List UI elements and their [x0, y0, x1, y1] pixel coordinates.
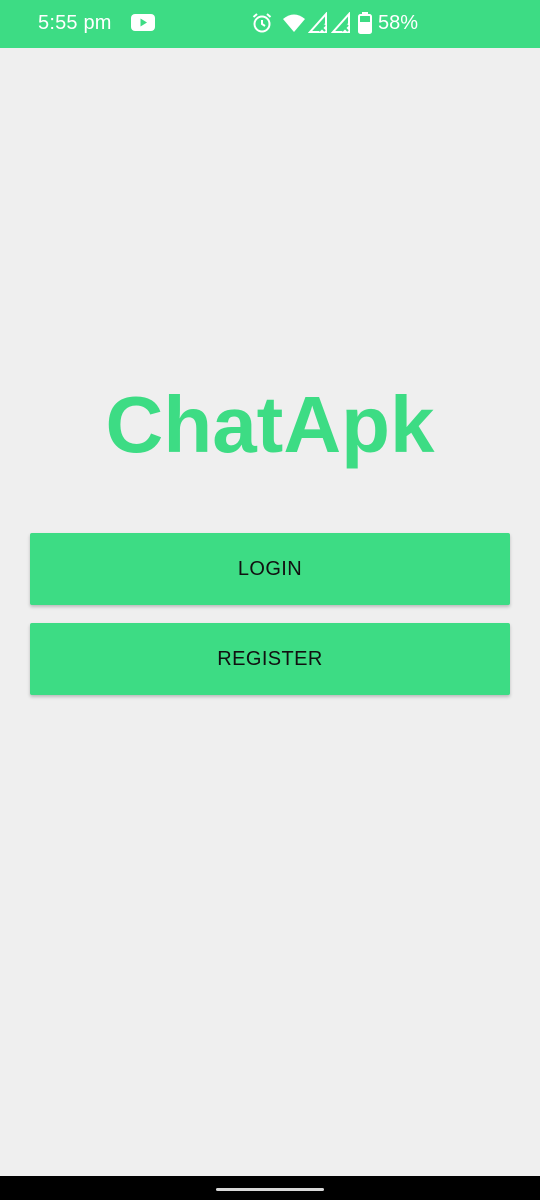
battery-percent: 58%: [378, 12, 419, 34]
signal-no-service-icon: [308, 12, 327, 33]
wifi-icon: [283, 14, 305, 32]
app-title: ChatApk: [105, 380, 435, 469]
youtube-icon: [131, 14, 155, 31]
alarm-icon: [252, 13, 272, 33]
register-button[interactable]: REGISTER: [30, 623, 510, 695]
navigation-bar: [0, 1176, 540, 1200]
battery-icon: [358, 12, 372, 34]
signal-no-service-icon: [331, 12, 350, 33]
status-time: 5:55 pm: [38, 12, 112, 34]
login-button[interactable]: LOGIN: [30, 533, 510, 605]
gesture-handle[interactable]: [216, 1188, 324, 1191]
status-bar: 5:55 pm 58%: [0, 0, 540, 48]
